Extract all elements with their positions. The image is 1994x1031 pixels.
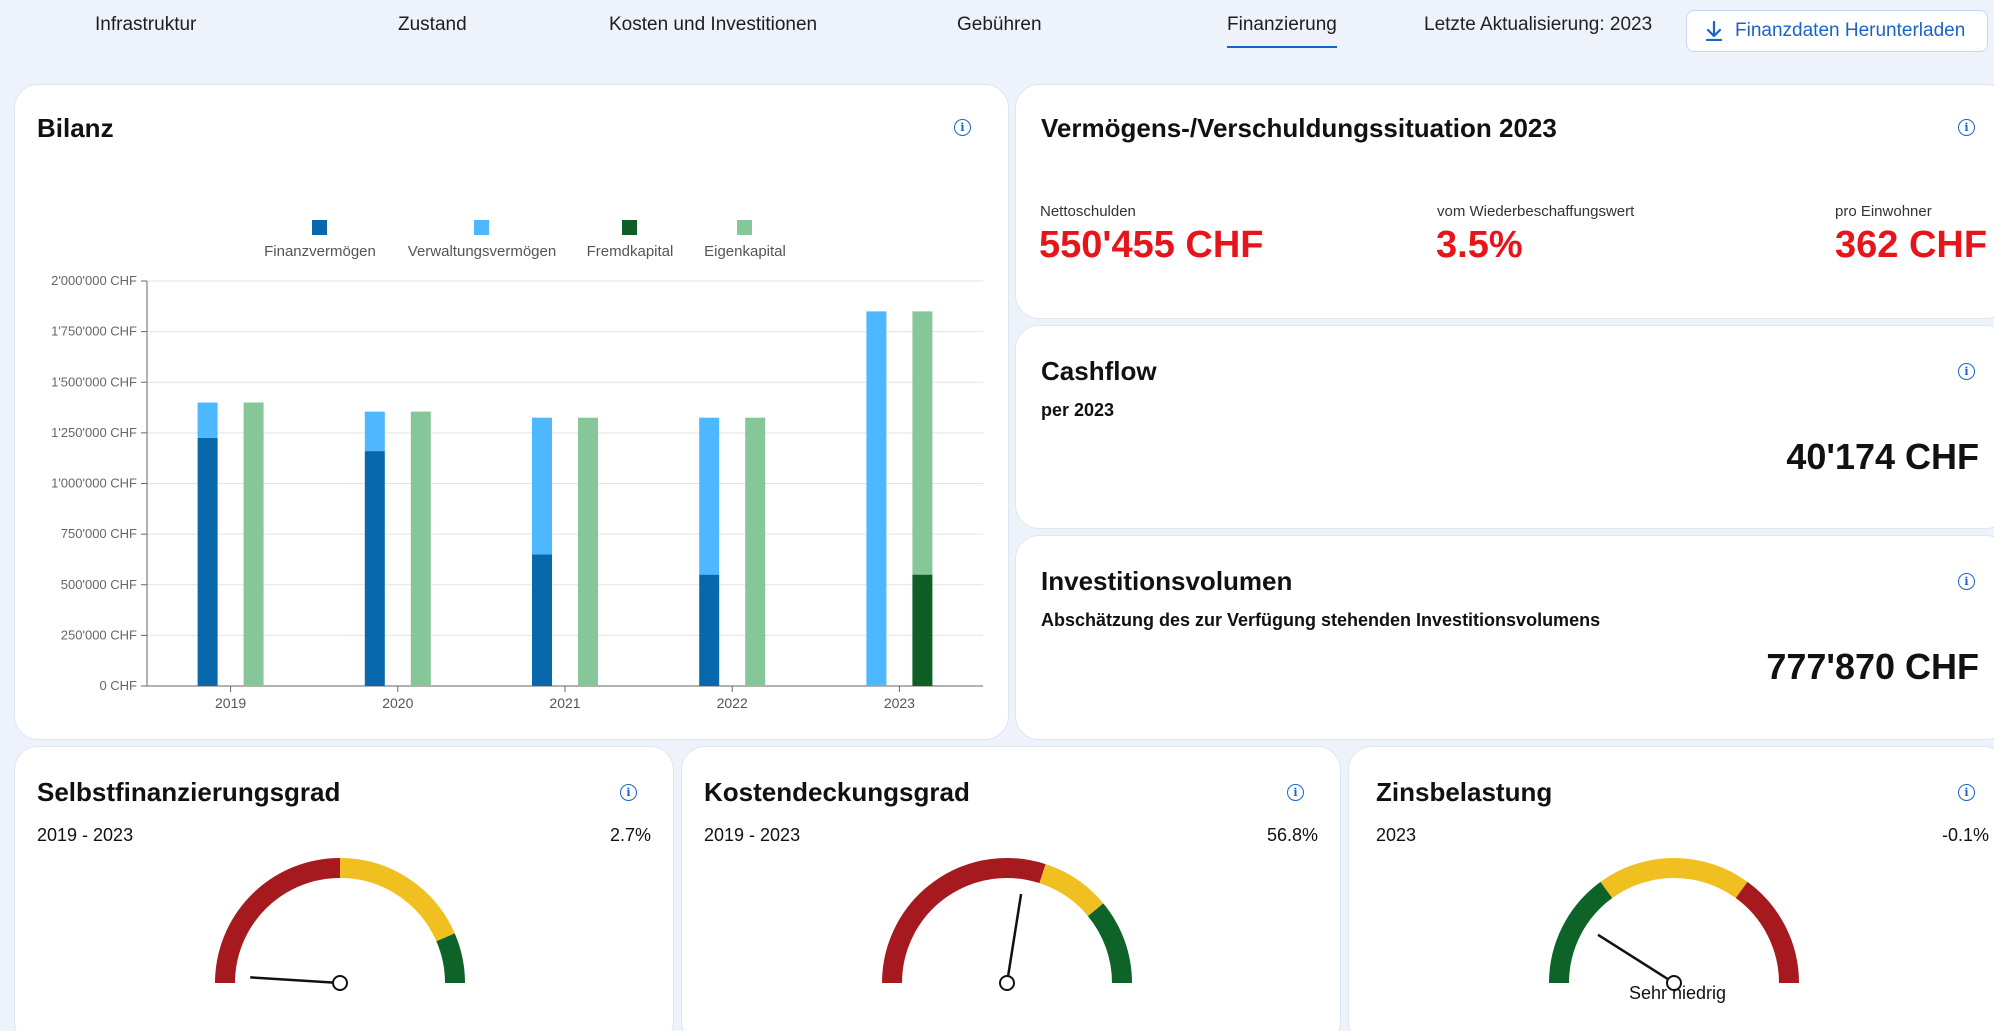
cashflow-value: 40'174 CHF bbox=[1786, 436, 1979, 477]
bar-fremdkapital[interactable] bbox=[912, 574, 933, 686]
gauge-needle bbox=[1597, 933, 1675, 985]
y-tick-label: 0 CHF bbox=[99, 678, 137, 693]
last-update-text: Letzte Aktualisierung: 2023 bbox=[1424, 14, 1653, 35]
tab-zustand[interactable]: Zustand bbox=[398, 14, 467, 36]
legend-label[interactable]: Finanzvermögen bbox=[264, 243, 376, 260]
bar-finanzvermögen[interactable] bbox=[364, 451, 385, 686]
gauge-segment bbox=[215, 858, 341, 984]
bar-verwaltungsvermögen[interactable] bbox=[364, 411, 385, 452]
gauge-card-kostendeckungsgrad: Kostendeckungsgrad i 2019 - 2023 56.8% bbox=[681, 746, 1341, 1031]
bar-eigenkapital[interactable] bbox=[912, 311, 933, 575]
tab-finanzierung[interactable]: Finanzierung bbox=[1227, 14, 1337, 48]
bilanz-chart: 0 CHF 250'000 CHF 500'000 CHF 750'000 CHF 1'… bbox=[51, 220, 983, 711]
y-tick-label: 500'000 CHF bbox=[61, 577, 137, 592]
download-arrow-icon bbox=[1705, 21, 1723, 41]
cashflow-subtitle: per 2023 bbox=[1041, 400, 1115, 420]
gauge-caption: Sehr niedrig bbox=[1629, 983, 1727, 1003]
tab-gebuehren[interactable]: Gebühren bbox=[957, 14, 1042, 36]
tab-kosten-und-investitionen[interactable]: Kosten und Investitionen bbox=[609, 14, 817, 36]
bar-verwaltungsvermögen[interactable] bbox=[197, 402, 218, 438]
bar-verwaltungsvermögen[interactable] bbox=[866, 311, 887, 686]
investitionsvolumen-subtitle: Abschätzung des zur Verfügung stehenden … bbox=[1041, 610, 1601, 630]
stat-value-pro-einwohner: 362 CHF bbox=[1835, 224, 1988, 266]
gauge-segment bbox=[1039, 864, 1104, 917]
bar-finanzvermögen[interactable] bbox=[197, 437, 218, 686]
gauge-card-selbstfinanzierungsgrad: Selbstfinanzierungsgrad i 2019 - 2023 2.… bbox=[14, 746, 674, 1031]
legend-swatch bbox=[474, 220, 489, 235]
investitionsvolumen-value: 777'870 CHF bbox=[1766, 646, 1979, 687]
info-icon[interactable]: i bbox=[1958, 363, 1975, 380]
bar-eigenkapital[interactable] bbox=[578, 417, 598, 686]
info-icon[interactable]: i bbox=[1958, 119, 1975, 136]
y-tick-label: 1'000'000 CHF bbox=[51, 476, 137, 491]
gauge-pivot bbox=[332, 975, 348, 991]
y-tick-label: 750'000 CHF bbox=[61, 526, 137, 541]
investitionsvolumen-card: Investitionsvolumen i Abschätzung des zu… bbox=[1015, 535, 1994, 740]
gauge-segment bbox=[1087, 903, 1132, 984]
bar-eigenkapital[interactable] bbox=[243, 402, 264, 687]
legend-swatch bbox=[737, 220, 752, 235]
y-tick-label: 1'750'000 CHF bbox=[51, 324, 137, 339]
bar-eigenkapital[interactable] bbox=[745, 417, 766, 686]
gauge-segment bbox=[436, 933, 465, 984]
gauge-pivot bbox=[999, 975, 1015, 991]
bar-finanzvermögen[interactable] bbox=[532, 554, 552, 686]
y-tick-label: 1'500'000 CHF bbox=[51, 374, 137, 389]
vermoegen-card: Vermögens-/Verschuldungssituation 2023 i bbox=[1015, 84, 1994, 319]
x-tick-label: 2022 bbox=[717, 695, 748, 711]
gauge-needle bbox=[250, 976, 341, 985]
vermoegen-title: Vermögens-/Verschuldungssituation 2023 bbox=[1041, 113, 1557, 143]
legend-label[interactable]: Verwaltungsvermögen bbox=[408, 243, 556, 260]
gauge-segment bbox=[1600, 858, 1748, 899]
x-tick-label: 2021 bbox=[549, 695, 580, 711]
legend-label[interactable]: Fremdkapital bbox=[587, 243, 674, 260]
y-tick-label: 250'000 CHF bbox=[61, 627, 137, 642]
bar-eigenkapital[interactable] bbox=[410, 411, 431, 686]
top-navigation: Infrastruktur Zustand Kosten und Investi… bbox=[0, 0, 1994, 60]
gauge-card-zinsbelastung: Zinsbelastung i 2023 -0.1% Sehr niedrig bbox=[1348, 746, 1994, 1031]
stat-label-pro-einwohner: pro Einwohner bbox=[1835, 203, 1932, 220]
gauge-selbstfinanzierungsgrad bbox=[215, 858, 465, 991]
bilanz-card: Bilanz i 0 CHF 250'000 CHF 500'000 CHF 750'… bbox=[14, 84, 1009, 740]
legend-label[interactable]: Eigenkapital bbox=[704, 243, 786, 260]
y-tick-label: 1'250'000 CHF bbox=[51, 425, 137, 440]
cashflow-title: Cashflow bbox=[1041, 356, 1157, 386]
gauge-needle bbox=[1005, 893, 1023, 984]
tab-infrastruktur[interactable]: Infrastruktur bbox=[95, 14, 196, 36]
gauge-segment bbox=[1735, 881, 1799, 984]
legend-swatch bbox=[622, 220, 637, 235]
bar-finanzvermögen[interactable] bbox=[699, 574, 720, 686]
legend-swatch bbox=[312, 220, 327, 235]
download-financial-data-button[interactable]: Finanzdaten Herunterladen bbox=[1686, 10, 1988, 52]
gauge-kostendeckungsgrad bbox=[882, 858, 1132, 991]
y-tick-label: 2'000'000 CHF bbox=[51, 273, 137, 288]
stat-value-nettoschulden: 550'455 CHF bbox=[1039, 224, 1264, 266]
bar-verwaltungsvermögen[interactable] bbox=[699, 417, 720, 575]
investitionsvolumen-title: Investitionsvolumen bbox=[1041, 566, 1293, 596]
gauge-segment bbox=[339, 858, 455, 942]
stat-label-nettoschulden: Nettoschulden bbox=[1040, 203, 1136, 220]
stat-label-wiederbeschaffungswert: vom Wiederbeschaffungswert bbox=[1437, 203, 1635, 220]
x-tick-label: 2020 bbox=[382, 695, 413, 711]
x-tick-label: 2019 bbox=[215, 695, 246, 711]
download-button-label: Finanzdaten Herunterladen bbox=[1735, 20, 1966, 41]
info-icon[interactable]: i bbox=[1958, 573, 1975, 590]
bar-verwaltungsvermögen[interactable] bbox=[532, 417, 552, 555]
gauge-segment bbox=[882, 858, 1046, 984]
x-tick-label: 2023 bbox=[884, 695, 915, 711]
cashflow-card: Cashflow i per 2023 40'174 CHF bbox=[1015, 325, 1994, 529]
stat-value-wiederbeschaffungswert: 3.5% bbox=[1436, 224, 1523, 266]
